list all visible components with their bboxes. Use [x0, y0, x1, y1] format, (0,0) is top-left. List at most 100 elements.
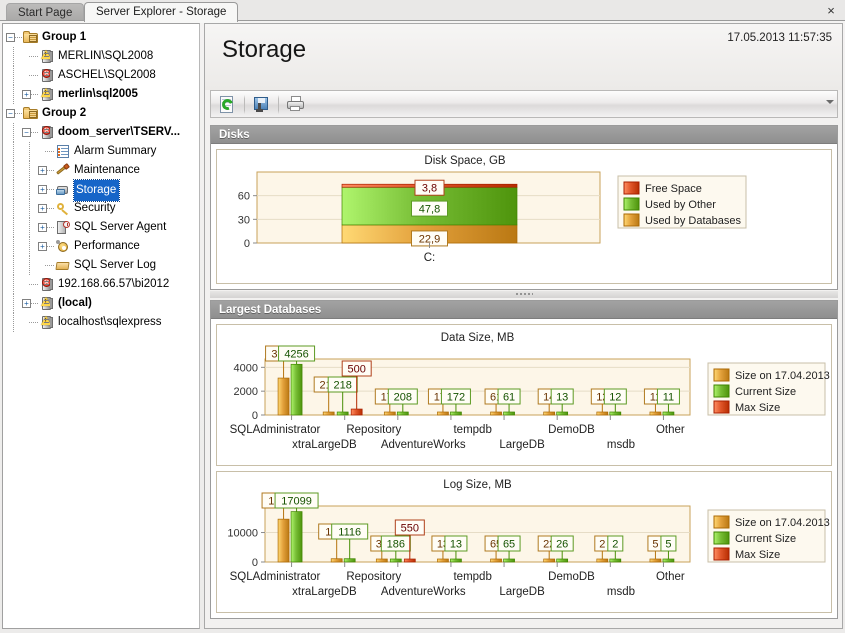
tree-guide-line	[45, 151, 54, 152]
tree-guide-line	[29, 75, 38, 76]
category-label: Other	[656, 571, 685, 583]
category-label: msdb	[607, 586, 635, 598]
chart-title: Data Size, MB	[441, 332, 515, 344]
storage-icon	[55, 180, 71, 199]
storage-content-pane: Storage 17.05.2013 11:57:35 Disks Disk S…	[204, 23, 843, 629]
bar	[375, 558, 388, 563]
tree-guide-line	[29, 322, 38, 323]
refresh-icon[interactable]	[217, 94, 239, 116]
bar	[383, 411, 396, 416]
tree-node-local[interactable]: + (local)	[7, 294, 199, 313]
toolbar-separator-1	[244, 95, 245, 114]
log-size-chart[interactable]: Log Size, MB0100001453817099111611163018…	[216, 471, 832, 613]
tab-start-page[interactable]: Start Page	[6, 3, 85, 21]
legend-label: Current Size	[735, 533, 796, 545]
tree-node-group-1[interactable]: − Group 1	[6, 28, 199, 47]
disk-space-chart[interactable]: Disk Space, GB 0 30 60 22,9 47,8 3,8 C: Free Spa…	[216, 149, 832, 284]
tree-expander-plus-icon[interactable]: +	[22, 299, 31, 308]
tree-node-group-2[interactable]: − Group 2	[6, 104, 199, 123]
security-key-icon	[55, 199, 71, 218]
tree-guide-line	[29, 284, 38, 285]
tree-node-sql-server-log[interactable]: SQL Server Log	[7, 256, 199, 275]
tree-node-label: ASCHEL\SQL2008	[58, 69, 156, 81]
tab-strip: Start Page Server Explorer - Storage ×	[0, 0, 845, 23]
bar	[649, 411, 662, 416]
tree-node-aschel-sql2008[interactable]: ASCHEL\SQL2008	[7, 66, 199, 85]
bar	[330, 558, 343, 563]
bar	[543, 411, 556, 416]
category-label: SQLAdministrator	[230, 424, 321, 436]
tree-guide-line	[13, 218, 14, 237]
tree-node-label: Performance	[74, 240, 140, 252]
svg-text:17099: 17099	[281, 496, 312, 508]
svg-text:5: 5	[665, 539, 671, 551]
page-toolbar	[210, 90, 838, 118]
tree-node-label: SQL Server Agent	[74, 221, 167, 233]
svg-text:550: 550	[401, 523, 419, 535]
tree-expander-minus-icon[interactable]: −	[6, 109, 15, 118]
printer-icon[interactable]	[285, 94, 307, 116]
tree-expander-plus-icon[interactable]: +	[38, 223, 47, 232]
log-size-chart-canvas[interactable]: Log Size, MB0100001453817099111611163018…	[217, 472, 831, 612]
tree-node-merlin-sql2005[interactable]: + merlin\sql2005	[7, 85, 199, 104]
bar	[350, 408, 363, 416]
svg-text:65: 65	[503, 539, 515, 551]
tree-expander-plus-icon[interactable]: +	[38, 166, 47, 175]
tree-node-localhost-sqlexpress[interactable]: localhost\sqlexpress	[7, 313, 199, 332]
svg-text:186: 186	[387, 539, 405, 551]
server-tree[interactable]: − Group 1 MERLIN\SQL2008 ASCHEL\SQL2008 + mer…	[3, 24, 199, 332]
svg-text:172: 172	[447, 392, 465, 404]
y-tick-label: 0	[252, 557, 258, 569]
tree-expander-plus-icon[interactable]: +	[38, 185, 47, 194]
server-explorer-tree-panel[interactable]: − Group 1 MERLIN\SQL2008 ASCHEL\SQL2008 + mer…	[2, 23, 200, 629]
largest-databases-panel: Largest Databases Data Size, MB 0 2000 4000…	[210, 300, 838, 619]
tree-node-sql-server-agent[interactable]: + SQL Server Agent	[7, 218, 199, 237]
tree-node-label: Group 2	[42, 107, 87, 119]
svg-text:3,8: 3,8	[422, 183, 437, 195]
tree-expander-minus-icon[interactable]: −	[22, 128, 31, 137]
tree-node-doom-server-tserv[interactable]: − doom_server\TSERV...	[7, 123, 199, 142]
tree-node-label: Group 1	[42, 31, 87, 43]
tree-node-maintenance[interactable]: + Maintenance	[7, 161, 199, 180]
tree-node-192-168-66-57-bi2012[interactable]: 192.168.66.57\bi2012	[7, 275, 199, 294]
tree-node-merlin-sql2008[interactable]: MERLIN\SQL2008	[7, 47, 199, 66]
close-icon[interactable]: ×	[823, 3, 839, 19]
tree-node-security[interactable]: + Security	[7, 199, 199, 218]
data-size-chart[interactable]: Data Size, MB020004000310142562182185001…	[216, 324, 832, 466]
tree-node-label: SQL Server Log	[74, 259, 157, 271]
panel-splitter[interactable]	[210, 291, 838, 298]
tree-node-alarm-summary[interactable]: Alarm Summary	[7, 142, 199, 161]
tree-expander-minus-icon[interactable]: −	[6, 33, 15, 42]
tree-guide-line	[13, 85, 14, 104]
data-size-chart-plot: Data Size, MB020004000310142562182185001…	[230, 332, 830, 451]
bar	[343, 558, 356, 563]
tree-node-label: 192.168.66.57\bi2012	[58, 278, 170, 290]
maintenance-icon	[55, 161, 71, 180]
tree-guide-line	[13, 161, 14, 180]
folder-icon	[23, 28, 39, 47]
tree-guide-line	[13, 142, 14, 161]
largest-databases-panel-body: Data Size, MB020004000310142562182185001…	[211, 319, 837, 618]
disk-space-chart-canvas[interactable]: Disk Space, GB 0 30 60 22,9 47,8 3,8 C: Free Spa…	[217, 150, 831, 283]
tab-start-page-label: Start Page	[18, 7, 73, 19]
bar	[596, 411, 609, 416]
export-disk-icon[interactable]	[251, 94, 273, 116]
bar	[543, 558, 556, 563]
tree-node-label: Alarm Summary	[74, 145, 157, 157]
chevron-down-icon[interactable]	[826, 100, 834, 104]
tree-expander-plus-icon[interactable]: +	[22, 90, 31, 99]
bar	[403, 558, 416, 563]
tree-expander-plus-icon[interactable]: +	[38, 204, 47, 213]
bar	[596, 558, 609, 563]
bar	[503, 411, 515, 416]
tree-expander-plus-icon[interactable]: +	[38, 242, 47, 251]
svg-text:218: 218	[334, 380, 352, 392]
tab-server-explorer-storage[interactable]: Server Explorer - Storage	[84, 2, 239, 23]
data-size-chart-canvas[interactable]: Data Size, MB020004000310142562182185001…	[217, 325, 831, 465]
svg-text:13: 13	[450, 539, 462, 551]
legend-label: Used by Databases	[645, 215, 741, 227]
tree-node-performance[interactable]: + Performance	[7, 237, 199, 256]
tree-node-label: Maintenance	[74, 164, 140, 176]
toolbar-separator-2	[278, 95, 279, 114]
tree-node-storage[interactable]: + Storage	[7, 179, 199, 202]
